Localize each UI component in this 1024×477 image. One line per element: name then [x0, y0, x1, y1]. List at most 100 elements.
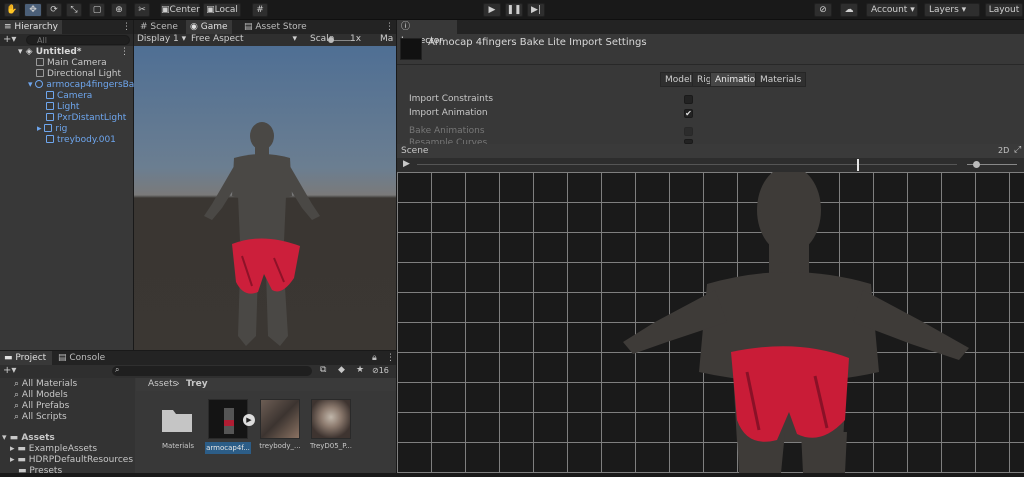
layers-dropdown[interactable]: Layers ▾ [924, 3, 980, 17]
more-icon[interactable]: ⋮ [118, 20, 135, 34]
project-panel: ▬ Project ▤ Console 🔒︎ ⋮ +▾ ⌕ ⧉ ◆ ★ ⊘16 … [0, 351, 399, 476]
scale-tool-icon[interactable]: ⤡ [66, 3, 82, 17]
add-icon[interactable]: +▾ [3, 34, 16, 45]
tab-label: Animation [715, 75, 761, 85]
breadcrumb-trey[interactable]: Trey [186, 379, 208, 389]
scale-value: 1x [350, 34, 362, 44]
more-icon[interactable]: ⋮ [381, 20, 398, 34]
aspect-dropdown[interactable]: Free Aspect ▾ [191, 33, 301, 46]
scale-slider[interactable] [332, 40, 352, 41]
tree-presets[interactable]: ▬ Presets [18, 466, 62, 477]
favorite-all-prefabs[interactable]: ⌕ All Prefabs [14, 401, 69, 412]
bake-animations-checkbox[interactable] [684, 127, 693, 136]
speed-slider-handle[interactable] [973, 161, 980, 168]
hierarchy-item-camera[interactable]: Camera [46, 91, 92, 102]
tab-game[interactable]: ◉ Game [186, 20, 232, 34]
play-preview-icon[interactable]: ▶ [243, 414, 255, 426]
asset-label: Materials [161, 442, 195, 450]
add-icon[interactable]: +▾ [3, 365, 16, 376]
step-button[interactable]: ▶| [527, 3, 545, 17]
scene-more-icon[interactable]: ⋮ [120, 47, 129, 58]
hierarchy-item-pxrdistantlight[interactable]: PxrDistantLight [46, 113, 126, 124]
tab-label: Materials [760, 75, 802, 85]
hierarchy-item-treybody[interactable]: treybody.001 [46, 135, 116, 146]
tab-console[interactable]: ▤ Console [54, 351, 109, 365]
pause-button[interactable]: ❚❚ [505, 3, 523, 17]
asset-store-icon: ▤ [244, 22, 253, 32]
layers-label: Layers [929, 5, 959, 15]
layout-dropdown[interactable]: Layout [985, 3, 1023, 17]
timeline-scrubber[interactable] [857, 159, 859, 171]
item-label: armocap4fingersBake [46, 80, 145, 90]
tree-hdrp-default[interactable]: ▸ ▬ HDRPDefaultResources [10, 455, 133, 466]
favorite-all-materials[interactable]: ⌕ All Materials [14, 379, 77, 390]
move-tool-icon[interactable]: ✥ [24, 3, 42, 17]
gizmo-icon[interactable]: ⤢ [1014, 145, 1021, 155]
transform-tool-icon[interactable]: ⊕ [111, 3, 127, 17]
grid-snap-icon[interactable]: # [252, 3, 268, 17]
account-dropdown[interactable]: Account ▾ [866, 3, 918, 17]
hierarchy-search-input[interactable] [26, 35, 130, 45]
favorite-star-icon[interactable]: ★ [356, 365, 364, 375]
game-viewport[interactable] [134, 46, 396, 350]
hierarchy-item-light[interactable]: Light [46, 102, 79, 113]
scene-preview-viewport[interactable] [397, 172, 1024, 473]
maximize-button[interactable]: Ma [380, 33, 393, 46]
lock-icon[interactable]: 🔒︎ [368, 351, 381, 365]
cloud-icon[interactable]: ☁ [840, 3, 858, 17]
project-search-bar: +▾ ⌕ ⧉ ◆ ★ ⊘16 [0, 365, 396, 378]
mode-2d-toggle[interactable]: 2D [998, 146, 1009, 155]
favorite-all-models[interactable]: ⌕ All Models [14, 390, 68, 401]
search-icon: ⌕ [14, 401, 20, 411]
asset-texture-thumbnail[interactable] [260, 399, 300, 439]
game-character [204, 122, 320, 346]
timeline-track[interactable] [417, 164, 957, 165]
tab-asset-store[interactable]: ▤ Asset Store [240, 20, 311, 34]
folder-icon: ▬ [17, 444, 26, 454]
hierarchy-tab-bar: ≡ Hierarchy ⋮ [0, 20, 133, 34]
tab-project[interactable]: ▬ Project [0, 351, 52, 365]
filter-type-icon[interactable]: ⧉ [320, 365, 326, 375]
hidden-count-badge[interactable]: ⊘16 [372, 366, 389, 375]
asset-materials-folder[interactable] [160, 406, 194, 434]
folder-icon [162, 410, 192, 432]
favorite-all-scripts[interactable]: ⌕ All Scripts [14, 412, 67, 423]
rotate-tool-icon[interactable]: ⟳ [46, 3, 62, 17]
hierarchy-item-main-camera[interactable]: Main Camera [36, 58, 107, 69]
folder-icon: ▬ [18, 466, 27, 476]
scene-root[interactable]: ▾ ◈ Untitled* [18, 47, 81, 58]
hierarchy-item-armocap[interactable]: ▾ armocap4fingersBake [28, 80, 145, 91]
import-animation-checkbox[interactable]: ✔ [684, 109, 693, 118]
play-button[interactable]: ▶ [483, 3, 501, 17]
tab-inspector[interactable]: ⓘ Inspector [397, 20, 457, 46]
favorite-label: All Scripts [21, 412, 67, 422]
more-icon[interactable]: ⋮ [382, 351, 399, 365]
asset-texture-thumbnail[interactable] [311, 399, 351, 439]
rect-tool-icon[interactable]: ▢ [89, 3, 105, 17]
custom-tool-icon[interactable]: ✂ [134, 3, 150, 17]
timeline-bar: ▶ [397, 158, 1024, 172]
display-dropdown[interactable]: Display 1 ▾ [137, 33, 186, 46]
inspector-title: Armocap 4fingers Bake Lite Import Settin… [428, 37, 647, 48]
asset-model-thumbnail[interactable]: ▶ [208, 399, 255, 439]
scale-slider-handle[interactable] [328, 37, 334, 43]
hierarchy-item-rig[interactable]: ▸ rig [37, 124, 67, 135]
play-preview-icon[interactable]: ▶ [403, 159, 410, 169]
folder-icon: ▬ [4, 353, 13, 363]
filter-label-icon[interactable]: ◆ [338, 365, 345, 375]
pivot-center-button[interactable]: ▣Center [160, 3, 200, 17]
project-search-input[interactable]: ⌕ [112, 365, 312, 376]
tree-assets-root[interactable]: ▾ ▬ Assets [2, 433, 55, 444]
hand-tool-icon[interactable]: ✋ [4, 3, 20, 17]
hierarchy-item-directional-light[interactable]: Directional Light [36, 69, 121, 80]
tab-hierarchy[interactable]: ≡ Hierarchy [0, 20, 62, 34]
breadcrumb-assets[interactable]: Assets [148, 379, 177, 389]
tree-example-assets[interactable]: ▸ ▬ ExampleAssets [10, 444, 97, 455]
asset-label-selected: armocap4f... [205, 442, 251, 454]
tab-materials[interactable]: Materials [755, 72, 807, 87]
hierarchy-tab-label: Hierarchy [14, 22, 58, 32]
collab-icon[interactable]: ⊘ [814, 3, 832, 17]
tab-scene[interactable]: # Scene [136, 20, 182, 34]
space-local-button[interactable]: ▣Local [203, 3, 241, 17]
import-constraints-checkbox[interactable] [684, 95, 693, 104]
